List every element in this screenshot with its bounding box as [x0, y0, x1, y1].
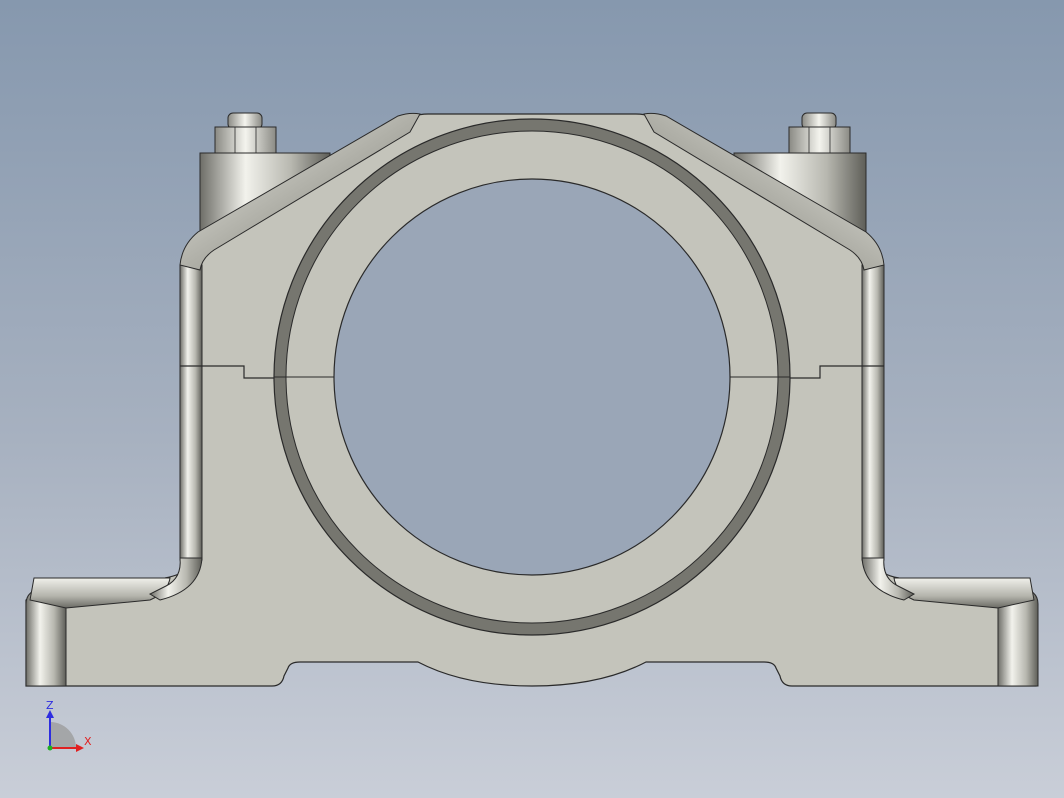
- cad-graphics-viewport[interactable]: Z X: [0, 0, 1064, 798]
- right-side-fillet: [861, 264, 885, 561]
- left-side-fillet: [179, 264, 203, 561]
- model-view[interactable]: Z X: [0, 0, 1064, 798]
- z-axis-label: Z: [46, 699, 54, 712]
- x-axis-label: X: [84, 735, 92, 748]
- right-bolt: [788, 112, 851, 156]
- shaft-bore: [333, 178, 731, 576]
- left-bolt: [214, 112, 277, 156]
- orientation-triad: Z X: [46, 699, 92, 752]
